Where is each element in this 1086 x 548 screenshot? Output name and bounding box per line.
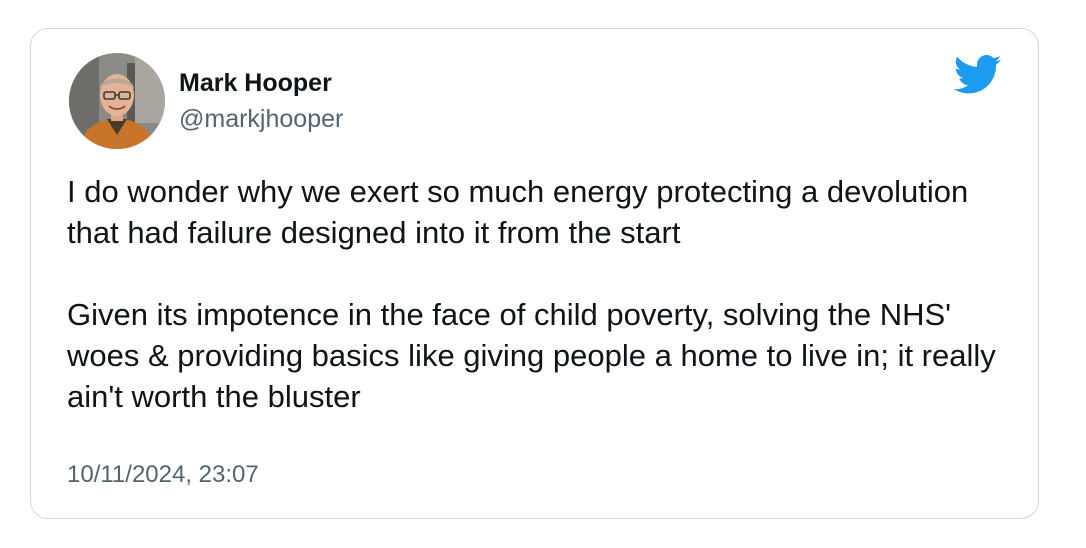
tweet-timestamp[interactable]: 10/11/2024, 23:07 — [67, 461, 259, 489]
tweet-paragraph-1: I do wonder why we exert so much energy … — [67, 174, 969, 250]
author-handle[interactable]: @markjhooper — [179, 105, 343, 134]
avatar[interactable] — [69, 53, 165, 149]
twitter-bird-icon[interactable] — [953, 55, 1003, 95]
tweet-card: Mark Hooper @markjhooper I do wonder why… — [30, 28, 1039, 519]
avatar-image — [69, 53, 165, 149]
twitter-bird-icon-graphic — [953, 55, 1002, 94]
tweet-paragraph-2: Given its impotence in the face of child… — [67, 297, 996, 414]
tweet-text: I do wonder why we exert so much energy … — [67, 171, 1017, 417]
author-name[interactable]: Mark Hooper — [179, 69, 332, 98]
